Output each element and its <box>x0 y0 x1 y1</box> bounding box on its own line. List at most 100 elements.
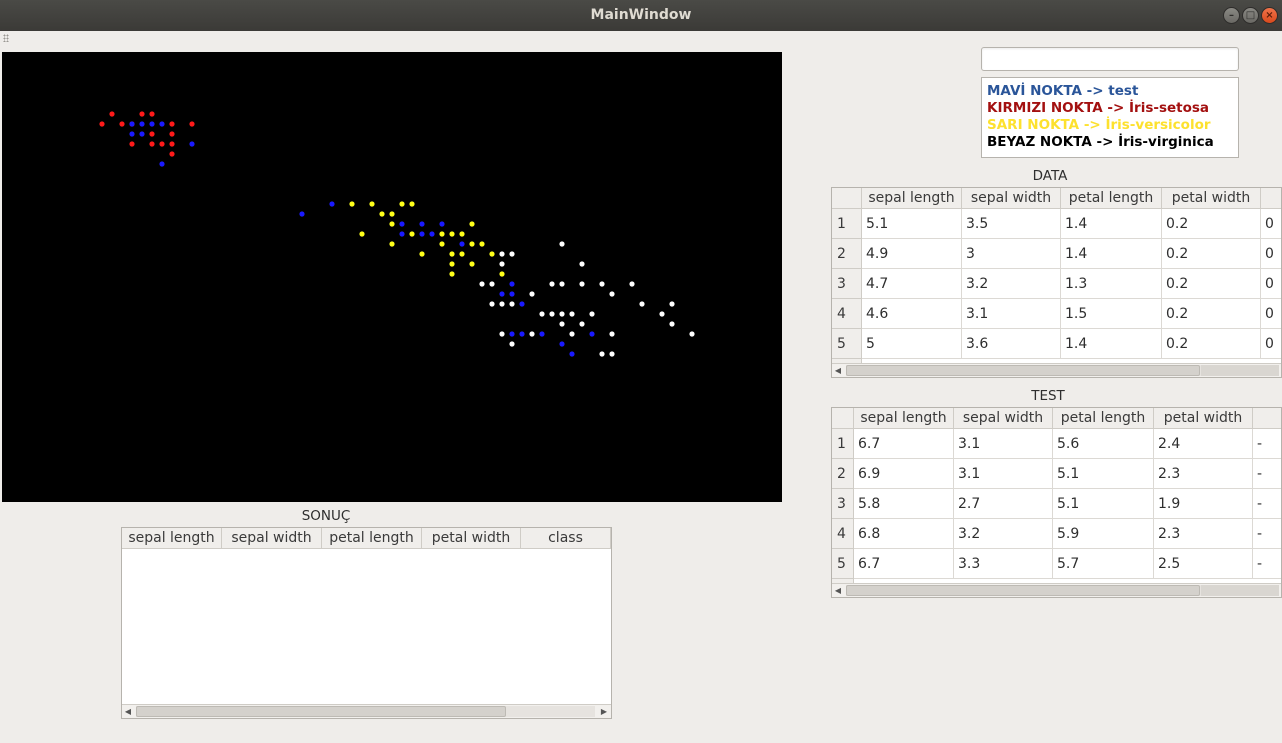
result-table-column-header[interactable]: sepal width <box>222 528 322 549</box>
test-table-row-header[interactable]: 4 <box>832 519 854 549</box>
test-table-column-header[interactable]: sepal length <box>854 408 954 429</box>
result-table-column-header[interactable]: class <box>521 528 611 549</box>
test-table-cell[interactable]: 6.8 <box>854 519 954 549</box>
scatter-point-yellow <box>489 251 495 257</box>
data-table-cell[interactable]: 0.2 <box>1162 329 1261 359</box>
data-table-row-header[interactable]: 1 <box>832 209 862 239</box>
data-table-cell[interactable]: 0.2 <box>1162 209 1261 239</box>
test-table-cell[interactable]: 5.9 <box>1053 519 1154 549</box>
scatter-point-white <box>689 331 695 337</box>
data-table[interactable]: sepal length sepal width petal length petal… <box>831 187 1282 378</box>
data-table-cell[interactable]: 3.2 <box>962 269 1061 299</box>
test-table-cell[interactable]: 5.8 <box>854 489 954 519</box>
result-table-scroll-thumb[interactable] <box>136 706 506 717</box>
data-table-cell[interactable]: 3.5 <box>962 209 1061 239</box>
data-table-row-header[interactable]: 5 <box>832 329 862 359</box>
test-table-cell[interactable]: 2.5 <box>1154 549 1253 579</box>
data-table-cell[interactable]: 0 <box>1261 209 1281 239</box>
test-table-cell[interactable]: 2.3 <box>1154 459 1253 489</box>
test-table-cell[interactable]: 5.6 <box>1053 429 1154 459</box>
data-table-cell[interactable]: 0.2 <box>1162 239 1261 269</box>
test-table-row-header[interactable]: 5 <box>832 549 854 579</box>
result-table-column-header[interactable]: petal length <box>322 528 422 549</box>
scatter-point-blue <box>589 331 595 337</box>
test-table-cell[interactable]: 3.2 <box>954 519 1053 549</box>
close-icon[interactable]: × <box>1261 7 1278 24</box>
scroll-right-icon[interactable]: ▶ <box>598 705 610 718</box>
scroll-left-icon[interactable]: ◀ <box>832 584 844 597</box>
data-table-cell[interactable]: 5.1 <box>862 209 962 239</box>
data-table-column-header[interactable]: petal length <box>1061 188 1162 209</box>
result-table-column-header[interactable]: petal width <box>422 528 521 549</box>
test-table-cell[interactable]: 5.1 <box>1053 459 1154 489</box>
test-table-cell[interactable]: 5.1 <box>1053 489 1154 519</box>
data-table-scroll-thumb[interactable] <box>846 365 1200 376</box>
data-table-cell[interactable]: 1.3 <box>1061 269 1162 299</box>
test-table-cell[interactable]: 3.1 <box>954 459 1053 489</box>
data-table-cell[interactable]: 1.5 <box>1061 299 1162 329</box>
test-table-horizontal-scrollbar[interactable]: ◀ <box>832 583 1281 597</box>
data-table-cell[interactable]: 5 <box>862 329 962 359</box>
data-table-row-header[interactable]: 4 <box>832 299 862 329</box>
test-table-cell[interactable]: - <box>1253 459 1281 489</box>
test-table-cell[interactable]: 2.3 <box>1154 519 1253 549</box>
data-table-cell[interactable]: 0 <box>1261 329 1281 359</box>
data-table-horizontal-scrollbar[interactable]: ◀ <box>832 363 1281 377</box>
test-table-cell[interactable]: 3.3 <box>954 549 1053 579</box>
data-table-cell[interactable]: 4.7 <box>862 269 962 299</box>
data-table-row-header[interactable]: 2 <box>832 239 862 269</box>
test-table-column-header[interactable]: sepal width <box>954 408 1053 429</box>
test-table-row-header[interactable]: 3 <box>832 489 854 519</box>
data-table-cell[interactable]: 1.4 <box>1061 329 1162 359</box>
legend-item-virginica: BEYAZ NOKTA -> İris-virginica <box>987 134 1214 150</box>
test-table-cell[interactable]: 2.4 <box>1154 429 1253 459</box>
data-table-cell[interactable]: 0 <box>1261 269 1281 299</box>
test-table-cell[interactable]: - <box>1253 429 1281 459</box>
test-table-cell[interactable]: 3.1 <box>954 429 1053 459</box>
data-table-cell[interactable]: 0.2 <box>1162 299 1261 329</box>
scatter-point-yellow <box>449 261 455 267</box>
scatter-point-blue <box>419 231 425 237</box>
toolbar-grip-icon[interactable] <box>3 34 9 42</box>
data-table-cell[interactable]: 3.6 <box>962 329 1061 359</box>
test-table-cell[interactable]: 6.7 <box>854 549 954 579</box>
test-table-cell[interactable]: 2.7 <box>954 489 1053 519</box>
scroll-left-icon[interactable]: ◀ <box>122 705 134 718</box>
test-table-row-header[interactable]: 2 <box>832 459 854 489</box>
scatter-point-white <box>579 321 585 327</box>
test-table-column-header[interactable]: petal width <box>1154 408 1253 429</box>
test-table-cell[interactable]: - <box>1253 489 1281 519</box>
text-input[interactable] <box>981 47 1239 71</box>
data-table-cell[interactable]: 4.6 <box>862 299 962 329</box>
data-table-cell[interactable]: 0 <box>1261 299 1281 329</box>
result-table-column-header[interactable]: sepal length <box>122 528 222 549</box>
minimize-icon[interactable]: – <box>1223 7 1240 24</box>
data-table-column-header[interactable]: sepal width <box>962 188 1061 209</box>
test-table-cell[interactable]: 6.9 <box>854 459 954 489</box>
result-table-horizontal-scrollbar[interactable]: ◀ ▶ <box>122 704 611 718</box>
test-table-cell[interactable]: 5.7 <box>1053 549 1154 579</box>
data-table-cell[interactable]: 3.1 <box>962 299 1061 329</box>
data-table-cell[interactable]: 4.9 <box>862 239 962 269</box>
data-table-column-header[interactable]: sepal length <box>862 188 962 209</box>
test-table-row-header[interactable]: 1 <box>832 429 854 459</box>
test-table-cell[interactable]: 6.7 <box>854 429 954 459</box>
data-table-cell[interactable]: 1.4 <box>1061 239 1162 269</box>
data-table-cell[interactable]: 3 <box>962 239 1061 269</box>
data-table-cell[interactable]: 1.4 <box>1061 209 1162 239</box>
test-table-column-header[interactable]: petal length <box>1053 408 1154 429</box>
test-table-scroll-thumb[interactable] <box>846 585 1200 596</box>
test-table-cell[interactable]: - <box>1253 519 1281 549</box>
test-table[interactable]: sepal length sepal width petal length petal… <box>831 407 1282 598</box>
scatter-point-white <box>559 321 565 327</box>
data-table-cell[interactable]: 0 <box>1261 239 1281 269</box>
scroll-left-icon[interactable]: ◀ <box>832 364 844 377</box>
result-table[interactable]: sepal length sepal width petal length petal… <box>121 527 612 719</box>
data-table-column-header[interactable]: petal width <box>1162 188 1261 209</box>
test-table-cell[interactable]: 1.9 <box>1154 489 1253 519</box>
maximize-icon[interactable]: □ <box>1242 7 1259 24</box>
test-table-cell[interactable]: - <box>1253 549 1281 579</box>
data-table-cell[interactable]: 0.2 <box>1162 269 1261 299</box>
data-table-row-header[interactable]: 3 <box>832 269 862 299</box>
scatter-point-yellow <box>459 251 465 257</box>
